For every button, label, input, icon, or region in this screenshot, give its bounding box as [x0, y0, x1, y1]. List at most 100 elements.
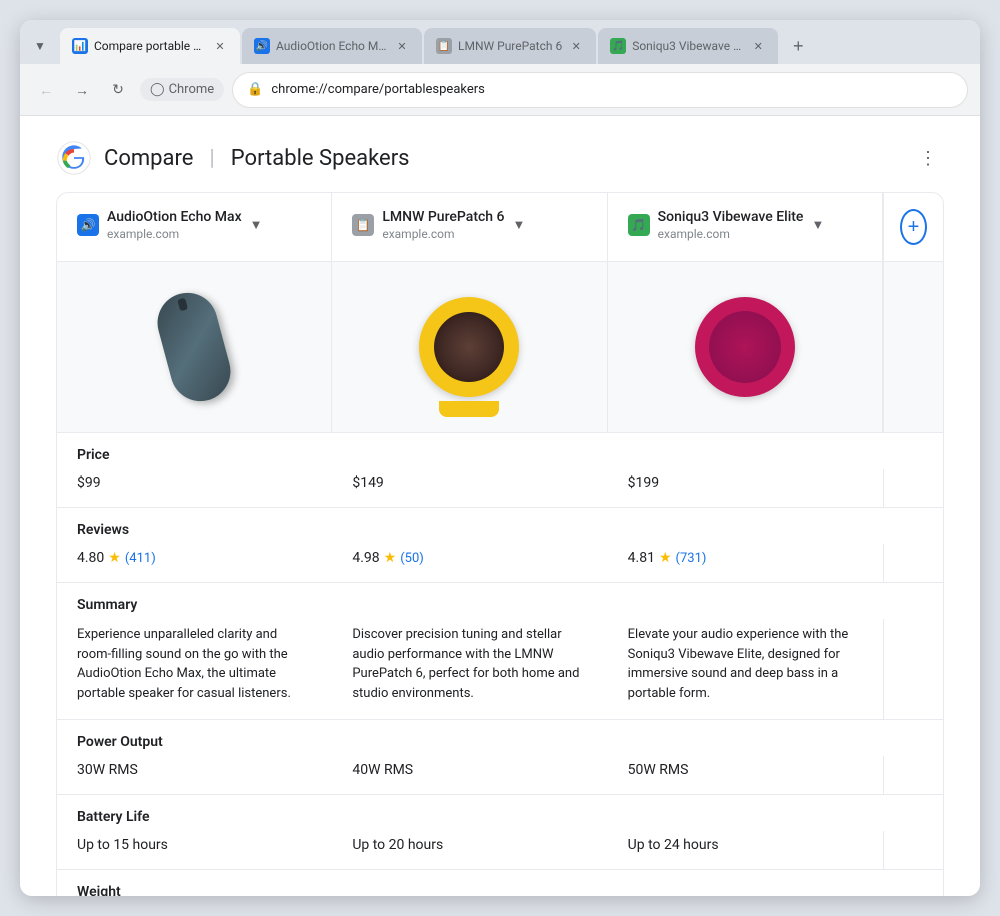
product-header-col-2: 📋 LMNW PurePatch 6 example.com ▼	[332, 193, 607, 261]
tab-label-soniqu3: Soniqu3 Vibewave Elite	[632, 39, 744, 53]
compare-table: 🔊 AudioOtion Echo Max example.com ▼	[56, 192, 944, 896]
tab-label-compare: Compare portable speaker	[94, 39, 206, 53]
add-product-col: +	[883, 193, 943, 261]
section-summary: Summary Experience unparalleled clarity …	[57, 583, 943, 720]
speaker-image-2	[419, 297, 519, 397]
rating-count-2[interactable]: (50)	[400, 551, 424, 566]
compare-header: Compare | Portable Speakers ⋮	[20, 116, 980, 192]
add-col-spacer-power	[883, 756, 943, 794]
summary-values-row: Experience unparalleled clarity and room…	[57, 619, 943, 719]
rating-count-3[interactable]: (731)	[676, 551, 707, 566]
power-value-2: 40W RMS	[332, 756, 607, 794]
product-info-3: Soniqu3 Vibewave Elite example.com	[658, 209, 804, 241]
add-product-button[interactable]: +	[900, 209, 927, 245]
tab-lmnw[interactable]: 📋 LMNW PurePatch 6 ✕	[424, 28, 596, 64]
battery-life-values-row: Up to 15 hours Up to 20 hours Up to 24 h…	[57, 831, 943, 869]
new-tab-button[interactable]: +	[784, 32, 812, 60]
tab-bar-left: ▼	[28, 34, 52, 58]
product-favicon-2: 📋	[352, 214, 374, 236]
reviews-label: Reviews	[57, 508, 943, 544]
browser-window: ▼ 📊 Compare portable speaker ✕ 🔊 AudioOt…	[20, 20, 980, 896]
product-header-1: 🔊 AudioOtion Echo Max example.com ▼	[77, 209, 311, 241]
product-favicon-3: 🎵	[628, 214, 650, 236]
more-vert-icon: ⋮	[919, 148, 937, 169]
url-text: chrome://compare/portablespeakers	[271, 82, 953, 97]
address-bar[interactable]: 🔒 chrome://compare/portablespeakers	[232, 72, 968, 108]
product-name-1: AudioOtion Echo Max	[107, 209, 242, 225]
product-header-2: 📋 LMNW PurePatch 6 example.com ▼	[352, 209, 586, 241]
tab-close-lmnw[interactable]: ✕	[568, 38, 584, 54]
product-image-cell-3	[608, 262, 883, 432]
tab-compare-portable[interactable]: 📊 Compare portable speaker ✕	[60, 28, 240, 64]
product-header-col-3: 🎵 Soniqu3 Vibewave Elite example.com ▼	[608, 193, 883, 261]
rating-row-2: 4.98 ★ (50)	[352, 550, 587, 566]
tab-icon-audiotion: 🔊	[254, 38, 270, 54]
tab-close-audiotion[interactable]: ✕	[394, 38, 410, 54]
speaker-image-1	[151, 286, 237, 408]
add-col-spacer-images	[883, 262, 943, 432]
summary-value-3: Elevate your audio experience with the S…	[608, 619, 883, 719]
tab-icon-soniqu3: 🎵	[610, 38, 626, 54]
price-value-2: $149	[332, 469, 607, 507]
battery-value-3: Up to 24 hours	[608, 831, 883, 869]
power-output-label: Power Output	[57, 720, 943, 756]
power-output-values-row: 30W RMS 40W RMS 50W RMS	[57, 756, 943, 794]
back-button[interactable]: ←	[32, 76, 60, 104]
price-label: Price	[57, 433, 943, 469]
product-chevron-1[interactable]: ▼	[250, 217, 263, 233]
tab-audiotion[interactable]: 🔊 AudioOtion Echo Max ✕	[242, 28, 422, 64]
product-name-2: LMNW PurePatch 6	[382, 209, 504, 225]
product-header-col-1: 🔊 AudioOtion Echo Max example.com ▼	[57, 193, 332, 261]
rating-num-3: 4.81	[628, 550, 655, 566]
tab-dropdown-button[interactable]: ▼	[28, 34, 52, 58]
summary-text-1: Experience unparalleled clarity and room…	[77, 627, 291, 701]
reviews-value-1: 4.80 ★ (411)	[57, 544, 332, 582]
star-icon-2: ★	[384, 550, 397, 566]
tab-label-audiotion: AudioOtion Echo Max	[276, 39, 388, 53]
battery-value-1: Up to 15 hours	[57, 831, 332, 869]
product-image-cell-2	[332, 262, 607, 432]
compare-label: Compare	[104, 146, 193, 171]
add-col-spacer-price	[883, 469, 943, 507]
forward-button[interactable]: →	[68, 76, 96, 104]
address-bar-area: ← → ↻ ◯ Chrome 🔒 chrome://compare/portab…	[20, 64, 980, 116]
section-price: Price $99 $149 $199	[57, 433, 943, 508]
summary-text-3: Elevate your audio experience with the S…	[628, 627, 849, 701]
tab-close-compare[interactable]: ✕	[212, 38, 228, 54]
tab-soniqu3[interactable]: 🎵 Soniqu3 Vibewave Elite ✕	[598, 28, 778, 64]
product-favicon-1: 🔊	[77, 214, 99, 236]
star-icon-1: ★	[108, 550, 121, 566]
rating-count-1[interactable]: (411)	[125, 551, 156, 566]
product-images-row	[57, 262, 943, 433]
tab-close-soniqu3[interactable]: ✕	[750, 38, 766, 54]
price-value-3: $199	[608, 469, 883, 507]
add-col-spacer-summary	[883, 619, 943, 719]
product-info-1: AudioOtion Echo Max example.com	[107, 209, 242, 241]
rating-row-3: 4.81 ★ (731)	[628, 550, 863, 566]
tab-bar: ▼ 📊 Compare portable speaker ✕ 🔊 AudioOt…	[20, 20, 980, 64]
reviews-values-row: 4.80 ★ (411) 4.98 ★ (50)	[57, 544, 943, 582]
product-chevron-3[interactable]: ▼	[811, 217, 824, 233]
rating-num-1: 4.80	[77, 550, 104, 566]
price-value-1: $99	[57, 469, 332, 507]
section-reviews: Reviews 4.80 ★ (411)	[57, 508, 943, 583]
google-logo	[56, 140, 92, 176]
refresh-button[interactable]: ↻	[104, 76, 132, 104]
product-chevron-2[interactable]: ▼	[513, 217, 526, 233]
reviews-value-2: 4.98 ★ (50)	[332, 544, 607, 582]
star-icon-3: ★	[659, 550, 672, 566]
page-content: Compare | Portable Speakers ⋮	[20, 116, 980, 896]
tab-icon-compare: 📊	[72, 38, 88, 54]
summary-text-2: Discover precision tuning and stellar au…	[352, 627, 579, 701]
add-col-spacer-reviews	[883, 544, 943, 582]
page-scroll[interactable]: Compare | Portable Speakers ⋮	[20, 116, 980, 896]
product-domain-2: example.com	[382, 227, 504, 241]
add-col-spacer-battery	[883, 831, 943, 869]
chrome-label: Chrome	[169, 82, 215, 97]
summary-value-1: Experience unparalleled clarity and room…	[57, 619, 332, 719]
battery-value-2: Up to 20 hours	[332, 831, 607, 869]
chrome-brand: ◯ Chrome	[140, 78, 224, 101]
product-icon-3: 🎵	[631, 218, 646, 232]
lock-icon: 🔒	[247, 82, 263, 97]
page-menu-button[interactable]: ⋮	[912, 142, 944, 174]
